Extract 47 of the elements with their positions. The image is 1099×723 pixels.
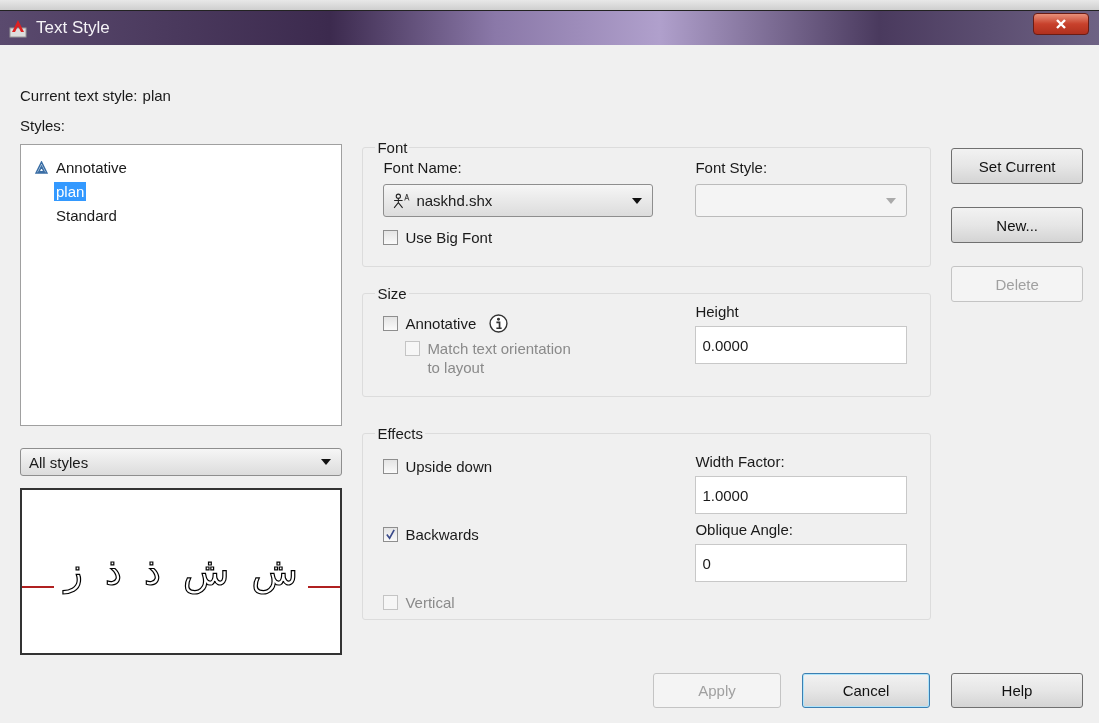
window-title: Text Style [36,18,110,38]
current-style-label: Current text style: [20,87,138,106]
close-button[interactable] [1033,13,1089,35]
field-label: Font Name: [383,158,463,178]
baseline-mark [22,585,54,588]
oblique-angle-field[interactable]: 0 [695,544,908,582]
caret-icon [886,197,897,204]
dialog-button[interactable]: Set Current [951,148,1083,184]
group-title: Size [376,285,408,302]
font-name-dropdown[interactable]: naskhd.shx [383,184,654,217]
checkbox-label: Upside down [405,457,493,475]
checkbox-label: Backwards [405,525,479,543]
dialog-button[interactable]: Cancel [802,673,930,708]
checkbox-label: Use Big Font [405,229,493,246]
checkbox[interactable] [383,458,399,474]
dialog-button[interactable]: Help [951,673,1083,708]
field-label: Font Style: [695,158,769,178]
dialog-button[interactable]: New... [951,207,1083,243]
group-title: Font [376,139,409,156]
checkbox-label: Vertical [405,593,455,611]
shx-font-icon [392,192,411,209]
app-logo-icon [8,18,28,38]
dialog-button: Apply [653,673,781,708]
checkbox-label: Match text orientation to layout [427,339,572,377]
checkbox[interactable] [383,316,399,331]
checkbox[interactable] [383,526,399,542]
baseline-mark [308,585,341,588]
field-label: Height [695,302,740,322]
caret-icon [321,459,332,465]
field-label: Oblique Angle: [695,520,794,540]
caret-icon [632,197,643,204]
close-icon [1055,18,1067,30]
styles-filter-dropdown[interactable]: All styles [20,448,343,476]
height-field[interactable]: 0.0000 [695,326,908,364]
check-icon [385,528,397,540]
preview-text: ش ش ذ ذ ز [64,549,298,594]
styles-label: Styles: [20,116,66,136]
group-title: Effects [376,425,424,442]
style-item[interactable]: Standard [54,205,119,225]
info-icon [489,314,509,333]
dialog-button: Delete [951,266,1083,302]
checkbox[interactable] [383,230,399,245]
current-style-value: plan [142,87,171,106]
field-label: Width Factor: [695,452,786,472]
width-factor-field[interactable]: 1.0000 [695,476,908,514]
style-item[interactable]: Annotative [54,157,129,177]
checkbox-label: Annotative [405,315,477,332]
